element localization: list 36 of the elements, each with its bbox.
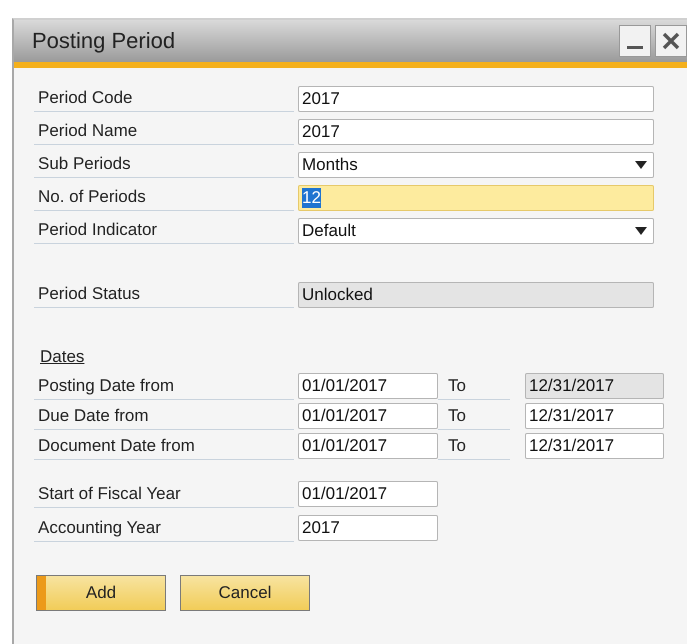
input-field[interactable]: 01/01/2017: [298, 373, 438, 399]
input-field[interactable]: 2017: [298, 118, 654, 144]
input-field[interactable]: 01/01/2017: [298, 481, 438, 507]
dropdown-field[interactable]: Months: [298, 152, 654, 178]
add-button[interactable]: Add: [36, 575, 166, 611]
to-label: To: [438, 402, 510, 430]
to-label: To: [438, 372, 510, 400]
caret-icon: [635, 226, 647, 234]
caret-icon: [635, 160, 647, 168]
to-label: To: [438, 432, 510, 460]
field-label: Accounting Year: [34, 514, 294, 542]
dropdown-field[interactable]: Default: [298, 218, 654, 244]
field-label: Start of Fiscal Year: [34, 480, 294, 508]
input-field[interactable]: 2017: [298, 515, 438, 541]
window-title: Posting Period: [32, 28, 176, 54]
cancel-button[interactable]: Cancel: [180, 575, 310, 611]
close-button[interactable]: [655, 25, 687, 57]
input-field[interactable]: 12: [298, 184, 654, 210]
input-field[interactable]: 12/31/2017: [525, 403, 664, 429]
field-label: Period Status: [34, 281, 294, 308]
input-field[interactable]: 01/01/2017: [298, 403, 438, 429]
field-label: Period Name: [34, 118, 294, 145]
field-label: Due Date from: [34, 402, 294, 430]
field-label: Period Indicator: [34, 217, 294, 244]
field-label: Period Code: [34, 85, 294, 112]
field-label: Posting Date from: [34, 372, 294, 400]
field-label: Sub Periods: [34, 151, 294, 178]
minimize-icon: [627, 46, 643, 48]
field-label: No. of Periods: [34, 184, 294, 211]
input-field[interactable]: 2017: [298, 86, 654, 112]
minimize-button[interactable]: [619, 25, 651, 57]
close-icon: [662, 32, 680, 50]
field-label: Document Date from: [34, 432, 294, 460]
input-field[interactable]: 01/01/2017: [298, 433, 438, 459]
input-field[interactable]: 12/31/2017: [525, 433, 664, 459]
section-heading: Dates: [39, 347, 84, 367]
